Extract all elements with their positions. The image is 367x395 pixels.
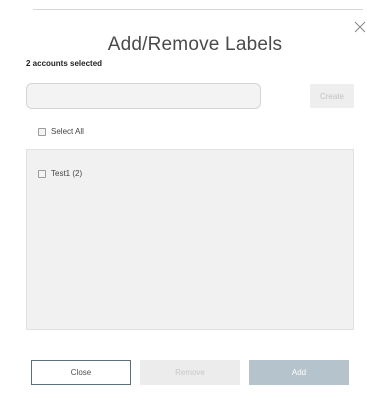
labels-list: Test1 (2) [26,149,354,330]
dialog-title: Add/Remove Labels [107,34,283,55]
remove-button[interactable]: Remove [140,360,240,385]
label-item-text: Test1 (2) [51,169,83,178]
close-icon[interactable] [354,21,366,33]
create-button[interactable]: Create [310,84,354,108]
checkbox-icon[interactable] [38,169,46,178]
checkbox-icon[interactable] [38,127,46,136]
label-item[interactable]: Test1 (2) [38,169,82,178]
add-button[interactable]: Add [249,360,349,385]
add-remove-labels-dialog: Add/Remove Labels 2 accounts selected Cr… [0,0,367,395]
select-all-checkbox[interactable]: Select All [38,127,84,136]
selected-accounts-count: 2 accounts selected [26,59,103,68]
top-divider [33,9,363,10]
close-button[interactable]: Close [31,360,131,385]
select-all-label: Select All [51,127,84,136]
new-label-input[interactable] [26,83,261,109]
